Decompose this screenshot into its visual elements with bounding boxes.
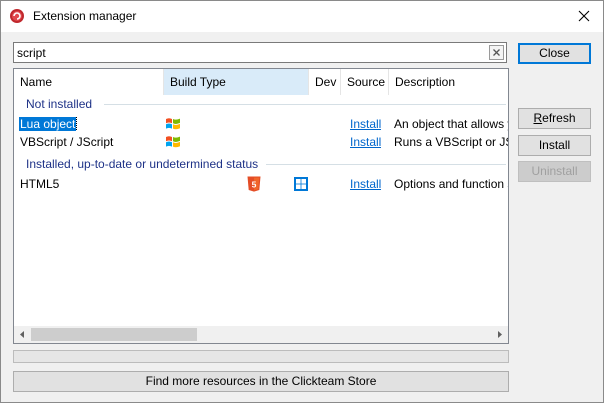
install-link[interactable]: Install [350, 177, 381, 191]
item-description: Runs a VBScript or JScri [394, 135, 508, 149]
search-field[interactable] [13, 42, 507, 63]
refresh-button[interactable]: Refresh [518, 108, 591, 129]
list-item-vbscript-jscript[interactable]: VBScript / JScript Install Runs a VBScri… [14, 134, 508, 151]
refresh-label: efresh [542, 111, 576, 125]
close-button[interactable]: Close [518, 43, 591, 64]
install-link[interactable]: Install [350, 117, 381, 131]
column-header-description[interactable]: Description [389, 69, 508, 95]
html5-icon: 5 [246, 176, 262, 192]
item-description: An object that allows yo [394, 117, 508, 131]
window-close-icon[interactable] [573, 5, 595, 27]
install-button[interactable]: Install [518, 135, 591, 156]
extension-list[interactable]: Name Build Type Dev Source Description N… [13, 68, 509, 344]
item-name: VBScript / JScript [20, 135, 114, 149]
group-divider [266, 164, 506, 165]
group-header-installed: Installed, up-to-date or undetermined st… [26, 157, 259, 171]
install-link[interactable]: Install [350, 135, 381, 149]
column-header-source[interactable]: Source [341, 69, 389, 95]
scrollbar-thumb[interactable] [31, 328, 197, 341]
refresh-mnemonic: R [533, 111, 543, 125]
title-bar: Extension manager [1, 1, 603, 32]
group-divider [104, 104, 506, 105]
clickteam-app-icon [9, 8, 25, 24]
item-description: Options and function sp [394, 177, 508, 191]
list-item-lua-object[interactable]: Lua object Install An object that allows… [14, 116, 508, 133]
column-header-name[interactable]: Name [14, 69, 164, 95]
scroll-left-icon[interactable] [14, 326, 31, 343]
search-input[interactable] [17, 45, 477, 60]
svg-text:5: 5 [252, 180, 257, 190]
list-header: Name Build Type Dev Source Description [14, 69, 508, 95]
windows-tiles-icon [293, 176, 309, 192]
clickteam-store-button[interactable]: Find more resources in the Clickteam Sto… [13, 371, 509, 392]
column-header-dev[interactable]: Dev [309, 69, 341, 95]
windows-flag-icon [165, 134, 181, 150]
progress-bar [13, 350, 509, 363]
uninstall-button: Uninstall [518, 161, 591, 182]
item-name: Lua object [19, 117, 78, 131]
horizontal-scrollbar[interactable] [14, 326, 508, 343]
item-name: HTML5 [20, 177, 60, 191]
windows-flag-icon [165, 116, 181, 132]
group-header-not-installed: Not installed [26, 97, 93, 111]
extension-manager-window: Extension manager Name Build Type Dev So… [0, 0, 604, 403]
list-item-html5[interactable]: HTML5 5 Install Options and function sp [14, 176, 508, 193]
window-title: Extension manager [33, 9, 137, 23]
clear-icon [493, 49, 500, 56]
clear-search-button[interactable] [489, 45, 504, 60]
scroll-right-icon[interactable] [491, 326, 508, 343]
column-header-build-type[interactable]: Build Type [164, 69, 309, 95]
